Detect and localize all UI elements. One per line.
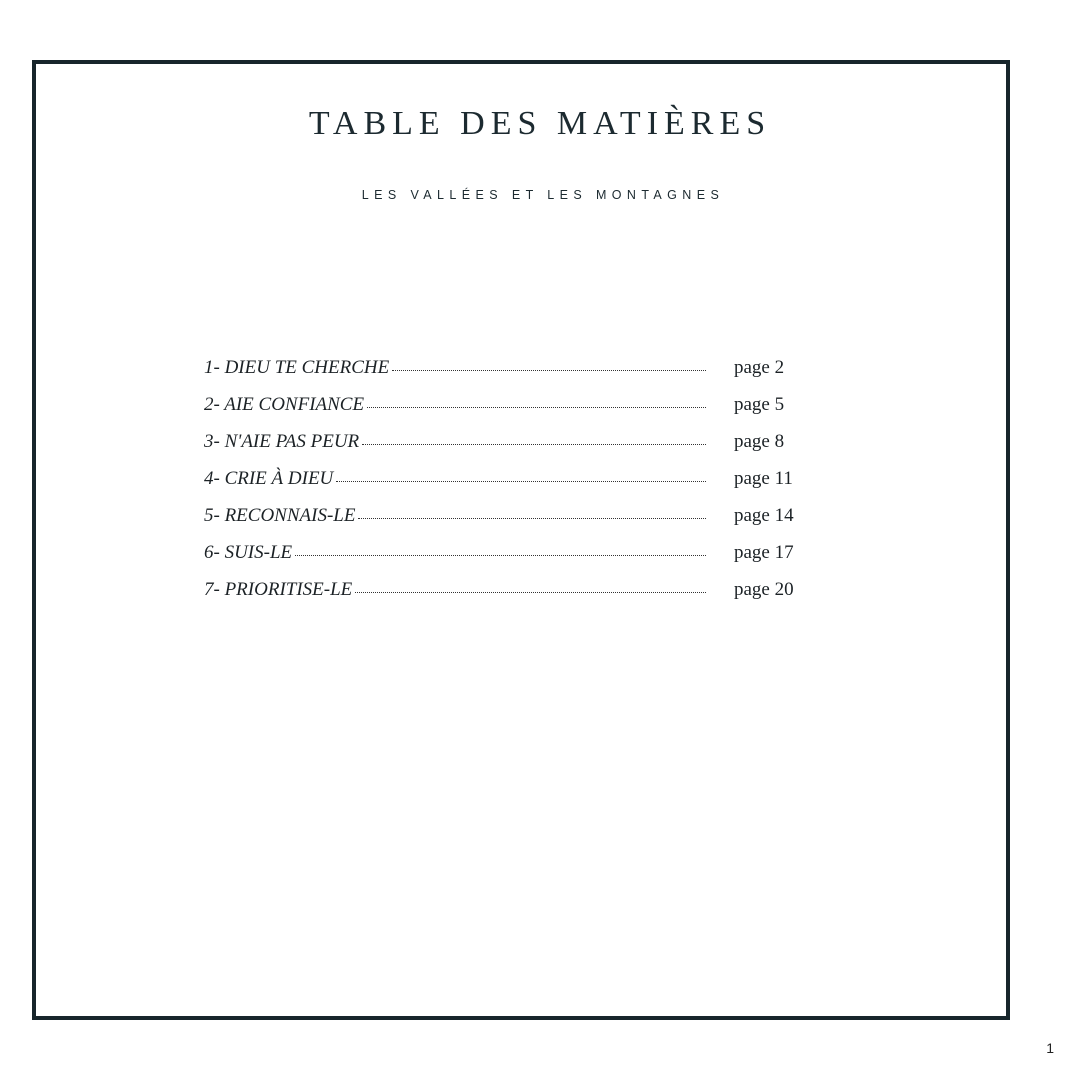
toc-entry: 3- N'AIE PAS PEUR page 8	[204, 431, 804, 468]
dot-leader	[392, 370, 706, 371]
toc-entry-page: page 17	[734, 542, 794, 563]
toc-entry-title: 2- AIE CONFIANCE	[204, 394, 365, 415]
dot-leader	[358, 518, 706, 519]
toc-entry-title: 1- DIEU TE CHERCHE	[204, 357, 390, 378]
toc-entry-page: page 5	[734, 394, 785, 415]
page-title: TABLE DES MATIÈRES	[308, 105, 772, 142]
toc-entry-title: 5- RECONNAIS-LE	[204, 505, 356, 526]
toc-entry-page: page 11	[734, 468, 793, 489]
toc-entry-page: page 14	[734, 505, 794, 526]
toc-entry-title: 7- PRIORITISE-LE	[204, 579, 353, 600]
toc-entry: 1- DIEU TE CHERCHE page 2	[204, 357, 804, 394]
toc-entry-title: 6- SUIS-LE	[204, 542, 293, 563]
toc-entry: 7- PRIORITISE-LE page 20	[204, 579, 804, 616]
toc-entry-page: page 8	[734, 431, 785, 452]
toc-entry: 2- AIE CONFIANCE page 5	[204, 394, 804, 431]
dot-leader	[355, 592, 706, 593]
toc-entry: 4- CRIE À DIEU page 11	[204, 468, 804, 505]
dot-leader	[362, 444, 706, 445]
toc-entry-title: 3- N'AIE PAS PEUR	[204, 431, 360, 452]
toc-entry-title: 4- CRIE À DIEU	[204, 468, 334, 489]
page-subtitle: LES VALLÉES ET LES MONTAGNES	[361, 188, 725, 202]
toc-entry: 5- RECONNAIS-LE page 14	[204, 505, 804, 542]
dot-leader	[295, 555, 706, 556]
toc-entry: 6- SUIS-LE page 17	[204, 542, 804, 579]
dot-leader	[336, 481, 706, 482]
toc-entry-page: page 20	[734, 579, 794, 600]
page-number: 1	[1046, 1040, 1054, 1056]
table-of-contents: 1- DIEU TE CHERCHE page 2 2- AIE CONFIAN…	[204, 357, 804, 616]
toc-entry-page: page 2	[734, 357, 785, 378]
dot-leader	[367, 407, 706, 408]
